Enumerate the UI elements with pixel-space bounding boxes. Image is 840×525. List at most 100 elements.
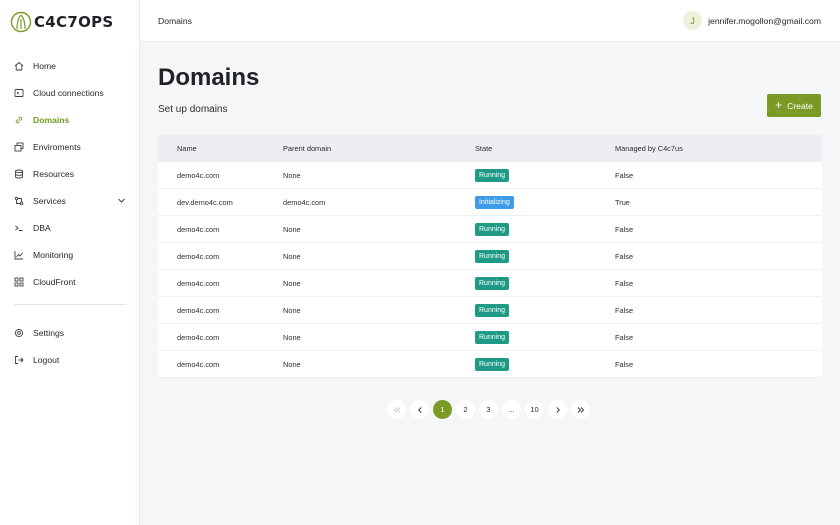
cloud-connections-icon — [14, 88, 24, 98]
avatar[interactable]: J — [683, 11, 703, 30]
cell-name: demo4c.com — [177, 278, 220, 288]
status-badge: Initializing — [475, 195, 514, 209]
status-badge: Running — [475, 330, 510, 344]
environments-icon — [14, 142, 24, 152]
cell-parent-domain: None — [283, 359, 301, 369]
table-row[interactable]: demo4c.com None Running False — [158, 351, 822, 378]
page-button-1[interactable]: 1 — [433, 400, 452, 419]
user-email: jennifer.mogollon@gmail.com — [708, 15, 821, 26]
sidebar-item-label: Domains — [33, 114, 70, 125]
cell-managed: False — [615, 359, 634, 369]
main-content: Domains Set up domains + Create Name Par… — [140, 42, 840, 525]
breadcrumb: Domains — [158, 16, 192, 26]
sidebar-item-resources[interactable]: Resources — [0, 160, 140, 187]
sidebar-item-label: Monitoring — [33, 249, 74, 260]
table-row[interactable]: demo4c.com None Running False — [158, 297, 822, 324]
column-header-parent-domain[interactable]: Parent domain — [283, 144, 475, 153]
chevrons-left-icon — [393, 406, 400, 413]
sidebar: C4C7OPS Home Cloud connections Domains E… — [0, 0, 140, 525]
cell-managed: True — [615, 197, 630, 207]
table-header: Name Parent domain State Managed by C4c7… — [158, 135, 822, 162]
pagination: 1 2 3 ... 10 — [387, 400, 594, 419]
sidebar-item-cloudfront[interactable]: CloudFront — [0, 268, 140, 295]
sidebar-item-logout[interactable]: Logout — [0, 346, 140, 373]
column-header-managed[interactable]: Managed by C4c7us — [615, 144, 822, 153]
sidebar-item-label: Settings — [33, 327, 65, 338]
logout-icon — [14, 355, 24, 365]
cell-parent-domain: None — [283, 224, 301, 234]
table-row[interactable]: demo4c.com None Running False — [158, 162, 822, 189]
cell-managed: False — [615, 305, 634, 315]
prev-page-button[interactable] — [410, 400, 429, 419]
table-row[interactable]: dev.demo4c.com demo4c.com Initializing T… — [158, 189, 822, 216]
cell-name: dev.demo4c.com — [177, 197, 233, 207]
cell-parent-domain: None — [283, 332, 301, 342]
next-page-button[interactable] — [548, 400, 567, 419]
chevrons-right-icon — [577, 406, 584, 413]
brand-name: C4C7OPS — [34, 13, 114, 31]
last-page-button[interactable] — [571, 400, 590, 419]
brand-logo[interactable]: C4C7OPS — [10, 10, 114, 34]
sidebar-bottom-nav: Settings Logout — [0, 319, 140, 373]
sidebar-item-services[interactable]: Services — [0, 187, 140, 214]
cell-parent-domain: None — [283, 251, 301, 261]
cell-name: demo4c.com — [177, 170, 220, 180]
table-row[interactable]: demo4c.com None Running False — [158, 324, 822, 351]
topbar: Domains J jennifer.mogollon@gmail.com — [140, 0, 840, 42]
table-row[interactable]: demo4c.com None Running False — [158, 216, 822, 243]
page-subtitle: Set up domains — [158, 104, 228, 115]
status-badge: Running — [475, 168, 510, 182]
page-ellipsis: ... — [502, 400, 521, 419]
table-row[interactable]: demo4c.com None Running False — [158, 270, 822, 297]
gear-icon — [14, 328, 24, 338]
page-button-10[interactable]: 10 — [525, 400, 544, 419]
link-icon — [14, 115, 24, 125]
sidebar-item-monitoring[interactable]: Monitoring — [0, 241, 140, 268]
table-row[interactable]: demo4c.com None Running False — [158, 243, 822, 270]
column-header-name[interactable]: Name — [158, 144, 283, 153]
user-menu[interactable]: J jennifer.mogollon@gmail.com — [683, 11, 821, 30]
sidebar-item-label: Resources — [33, 168, 75, 179]
terminal-icon — [14, 223, 24, 233]
chevron-down-icon[interactable] — [117, 196, 126, 205]
cell-managed: False — [615, 278, 634, 288]
sidebar-item-domains[interactable]: Domains — [0, 106, 140, 133]
database-icon — [14, 169, 24, 179]
cell-name: demo4c.com — [177, 332, 220, 342]
sidebar-item-label: Home — [33, 60, 56, 71]
create-button[interactable]: + Create — [767, 94, 821, 117]
chevron-left-icon — [417, 406, 422, 413]
sidebar-nav: Home Cloud connections Domains Enviromen… — [0, 52, 140, 295]
first-page-button[interactable] — [387, 400, 406, 419]
cell-parent-domain: demo4c.com — [283, 197, 326, 207]
page-button-3[interactable]: 3 — [479, 400, 498, 419]
sidebar-divider — [14, 304, 126, 305]
cloudfront-icon — [14, 277, 24, 287]
cell-managed: False — [615, 224, 634, 234]
cell-managed: False — [615, 332, 634, 342]
chevron-right-icon — [555, 406, 560, 413]
column-header-state[interactable]: State — [475, 144, 615, 153]
services-icon — [14, 196, 24, 206]
domains-table: Name Parent domain State Managed by C4c7… — [158, 135, 822, 378]
status-badge: Running — [475, 222, 510, 236]
sidebar-item-home[interactable]: Home — [0, 52, 140, 79]
page-title: Domains — [158, 64, 260, 91]
sidebar-item-settings[interactable]: Settings — [0, 319, 140, 346]
status-badge: Running — [475, 303, 510, 317]
cell-parent-domain: None — [283, 305, 301, 315]
home-icon — [14, 61, 24, 71]
cell-name: demo4c.com — [177, 224, 220, 234]
create-button-label: Create — [787, 100, 813, 111]
sidebar-item-label: Cloud connections — [33, 87, 104, 98]
sidebar-item-cloud-connections[interactable]: Cloud connections — [0, 79, 140, 106]
sidebar-item-label: CloudFront — [33, 276, 76, 287]
sidebar-item-enviroments[interactable]: Enviroments — [0, 133, 140, 160]
cell-name: demo4c.com — [177, 251, 220, 261]
cell-parent-domain: None — [283, 170, 301, 180]
page-button-2[interactable]: 2 — [456, 400, 475, 419]
status-badge: Running — [475, 357, 510, 371]
sidebar-item-dba[interactable]: DBA — [0, 214, 140, 241]
brand-logo-icon — [10, 11, 32, 33]
cell-name: demo4c.com — [177, 305, 220, 315]
